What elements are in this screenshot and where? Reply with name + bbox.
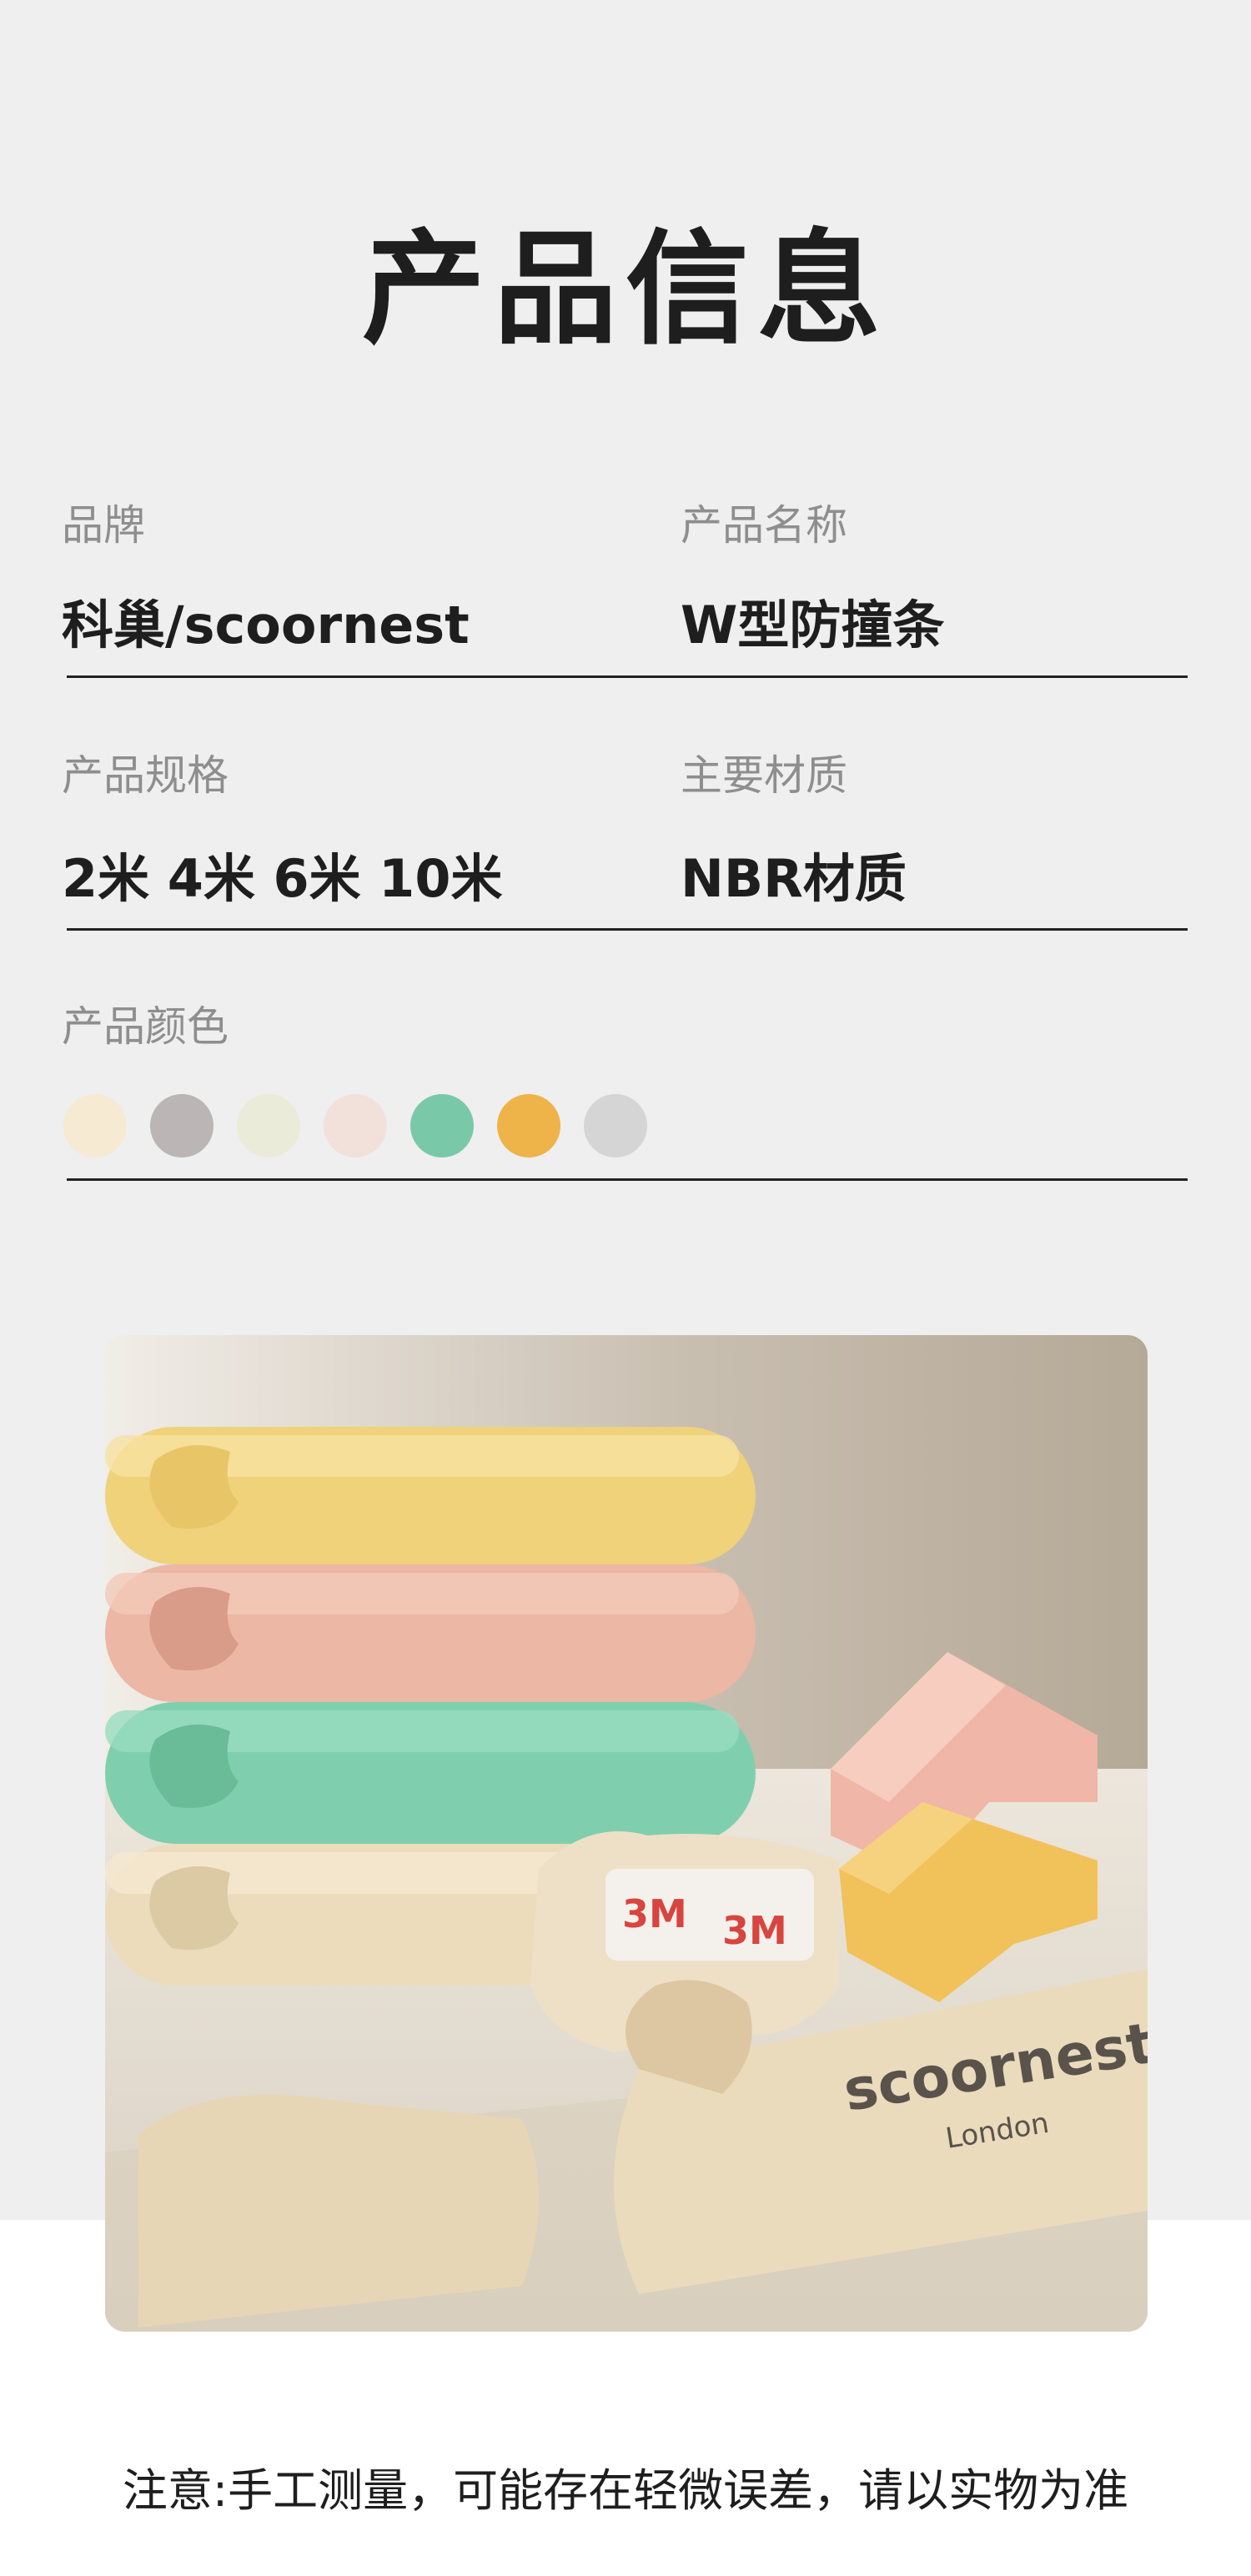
divider-row-2 [67, 928, 1188, 931]
roll-green [105, 1702, 756, 1844]
color-swatch[interactable] [150, 1094, 214, 1157]
material-label: 主要材质 [681, 751, 847, 800]
color-swatch[interactable] [497, 1094, 560, 1157]
color-swatch[interactable] [410, 1094, 474, 1157]
divider-row-1 [67, 675, 1188, 678]
divider-row-3 [67, 1178, 1188, 1181]
spec-value: 2米 4米 6米 10米 [62, 848, 503, 909]
material-value: NBR材质 [681, 848, 907, 909]
tape-3m-label: 3M [622, 1891, 687, 1936]
brand-label: 品牌 [62, 501, 145, 550]
color-swatch[interactable] [324, 1094, 387, 1157]
colors-label: 产品颜色 [62, 1002, 229, 1051]
page-title: 产品信息 [362, 218, 889, 361]
roll-yellow [105, 1427, 756, 1564]
color-swatch[interactable] [584, 1094, 647, 1157]
product-name-label: 产品名称 [681, 501, 847, 550]
product-name-value: W型防撞条 [681, 595, 945, 655]
color-swatch[interactable] [237, 1094, 300, 1157]
color-swatch[interactable] [63, 1094, 127, 1157]
roll-pink [105, 1564, 756, 1702]
measurement-note: 注意:手工测量，可能存在轻微误差，请以实物为准 [122, 2464, 1129, 2517]
tape-3m-label-2: 3M [722, 1908, 787, 1953]
product-photo: 3M 3M scoornest London [105, 1335, 1148, 2332]
spec-label: 产品规格 [62, 751, 229, 800]
brand-value: 科巢/scoornest [62, 595, 470, 655]
